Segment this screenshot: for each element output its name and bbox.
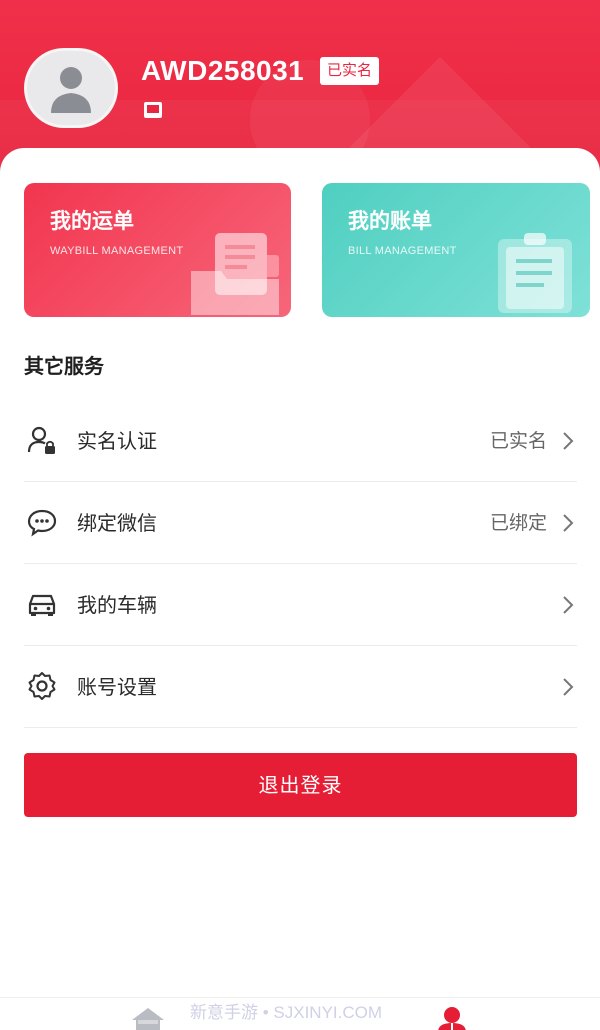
chevron-right-icon: [563, 514, 574, 532]
logout-button[interactable]: 退出登录: [24, 753, 577, 817]
waybill-card[interactable]: 我的运单 WAYBILL MANAGEMENT: [24, 183, 291, 317]
chat-bubble-icon: [27, 509, 57, 537]
menu-item-label: 账号设置: [77, 675, 157, 699]
menu-item-status: 已实名: [489, 430, 547, 452]
waybill-card-subtitle: WAYBILL MANAGEMENT: [50, 245, 184, 257]
bill-card-subtitle: BILL MANAGEMENT: [348, 245, 457, 257]
gear-icon: [28, 672, 56, 700]
chevron-right-icon: [563, 678, 574, 696]
menu-item-real-name[interactable]: 实名认证 已实名: [24, 400, 577, 482]
chevron-right-icon: [563, 596, 574, 614]
bill-card[interactable]: 我的账单 BILL MANAGEMENT: [322, 183, 590, 317]
menu-item-account-settings[interactable]: 账号设置: [24, 646, 577, 728]
profile-tab-icon[interactable]: [432, 1006, 472, 1030]
service-menu: 实名认证 已实名 绑定微信 已绑定 我的车辆 账号设置: [24, 400, 577, 728]
menu-item-label: 我的车辆: [77, 593, 157, 617]
menu-item-label: 实名认证: [77, 429, 157, 453]
section-title: 其它服务: [24, 354, 104, 378]
avatar-placeholder-icon: [51, 67, 91, 113]
watermark: 新意手游 • SJXINYI.COM: [190, 1003, 383, 1022]
verified-badge: 已实名: [320, 57, 380, 85]
username: AWD258031: [141, 55, 305, 86]
car-icon: [28, 594, 56, 616]
chevron-right-icon: [563, 432, 574, 450]
home-icon[interactable]: [128, 1006, 168, 1030]
document-folder-icon: [191, 233, 279, 315]
user-lock-icon: [27, 426, 55, 454]
bottom-tab-bar: 新意手游 • SJXINYI.COM: [0, 997, 600, 1030]
main-content: 我的运单 WAYBILL MANAGEMENT 我的账单 BILL MANAGE…: [0, 148, 600, 1030]
menu-item-status: 已绑定: [489, 512, 547, 534]
avatar[interactable]: [24, 48, 118, 128]
bill-card-title: 我的账单: [348, 209, 432, 233]
menu-item-my-vehicle[interactable]: 我的车辆: [24, 564, 577, 646]
menu-item-bind-wechat[interactable]: 绑定微信 已绑定: [24, 482, 577, 564]
waybill-card-title: 我的运单: [50, 209, 134, 233]
clipboard-icon: [498, 233, 572, 313]
menu-item-label: 绑定微信: [77, 511, 157, 535]
id-card-icon[interactable]: [143, 100, 163, 120]
